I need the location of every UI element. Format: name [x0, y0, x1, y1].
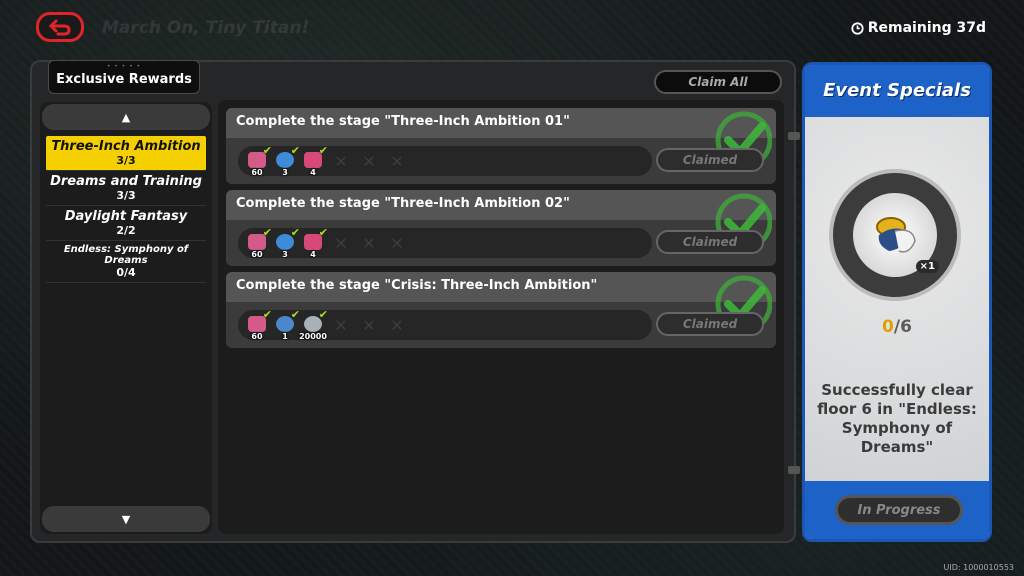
- reward-item[interactable]: ✔ 1: [274, 308, 300, 341]
- empty-slot-icon: ✕: [362, 315, 376, 335]
- exclusive-rewards-label: Exclusive Rewards: [56, 72, 192, 87]
- reward-qty: 60: [251, 168, 263, 177]
- event-specials-panel: Event Specials ×1 0/6 Successfully clear…: [802, 62, 992, 542]
- in-progress-button[interactable]: In Progress: [835, 495, 963, 525]
- triangle-down-icon: ▼: [121, 512, 131, 526]
- reward-item[interactable]: ✔ 4: [302, 226, 328, 259]
- task-title: Complete the stage "Three-Inch Ambition …: [226, 190, 776, 220]
- reward-qty: 3: [282, 168, 288, 177]
- category-item-three-inch-ambition[interactable]: Three-Inch Ambition 3/3: [46, 136, 206, 171]
- empty-slot-icon: ✕: [362, 233, 376, 253]
- reward-strip: ✔ 60 ✔ 3 ✔ 4 ✕ ✕ ✕: [238, 144, 652, 177]
- check-icon: ✔: [262, 144, 272, 157]
- check-icon: ✔: [290, 144, 300, 157]
- remaining-time: Remaining 37d: [851, 20, 986, 36]
- claimed-button[interactable]: Claimed: [656, 148, 764, 172]
- reward-qty: 1: [282, 332, 288, 341]
- empty-slot-icon: ✕: [334, 233, 348, 253]
- clock-icon: [851, 21, 864, 35]
- category-item-dreams-and-training[interactable]: Dreams and Training 3/3: [46, 171, 206, 206]
- reward-item[interactable]: ✔ 60: [246, 308, 272, 341]
- category-name: Three-Inch Ambition: [51, 139, 201, 154]
- event-specials-title: Event Specials: [805, 65, 989, 117]
- uid-label: UID: 1000010553: [943, 563, 1014, 572]
- event-specials-body: ×1 0/6 Successfully clear floor 6 in "En…: [805, 117, 989, 487]
- task-row: Complete the stage "Three-Inch Ambition …: [226, 190, 776, 266]
- tab-decoration: • • • • •: [106, 63, 142, 70]
- category-list: Three-Inch Ambition 3/3 Dreams and Train…: [46, 136, 206, 283]
- empty-slot-icon: ✕: [334, 151, 348, 171]
- exclusive-rewards-tab[interactable]: • • • • • Exclusive Rewards: [48, 60, 200, 94]
- check-icon: ✔: [262, 226, 272, 239]
- event-medal[interactable]: ×1: [829, 169, 961, 301]
- empty-slot-icon: ✕: [390, 151, 404, 171]
- check-icon: ✔: [290, 308, 300, 321]
- remaining-label: Remaining 37d: [867, 20, 986, 36]
- category-item-endless-symphony[interactable]: Endless: Symphony of Dreams 0/4: [46, 241, 206, 283]
- reward-item[interactable]: ✔ 3: [274, 226, 300, 259]
- task-row: Complete the stage "Three-Inch Ambition …: [226, 108, 776, 184]
- category-count: 2/2: [116, 224, 136, 237]
- empty-slot-icon: ✕: [390, 315, 404, 335]
- reward-item[interactable]: ✔ 3: [274, 144, 300, 177]
- category-name: Dreams and Training: [50, 174, 202, 189]
- check-icon: ✔: [318, 308, 328, 321]
- back-button[interactable]: [36, 12, 84, 42]
- check-icon: ✔: [262, 308, 272, 321]
- reward-qty: 60: [251, 250, 263, 259]
- reward-qty: 4: [310, 250, 316, 259]
- category-name: Endless: Symphony of Dreams: [63, 244, 189, 266]
- reward-item[interactable]: ✔ 60: [246, 144, 272, 177]
- empty-slot-icon: ✕: [362, 151, 376, 171]
- empty-slot-icon: ✕: [334, 315, 348, 335]
- reward-item[interactable]: ✔ 20000: [299, 308, 328, 341]
- category-item-daylight-fantasy[interactable]: Daylight Fantasy 2/2: [46, 206, 206, 241]
- check-icon: ✔: [318, 144, 328, 157]
- claimed-button[interactable]: Claimed: [656, 312, 764, 336]
- panel-hinge: [788, 132, 800, 140]
- event-description: Successfully clear floor 6 in "Endless: …: [817, 381, 977, 456]
- task-title: Complete the stage "Three-Inch Ambition …: [226, 108, 776, 138]
- reward-strip: ✔ 60 ✔ 1 ✔ 20000 ✕ ✕ ✕: [238, 308, 652, 341]
- task-row: Complete the stage "Crisis: Three-Inch A…: [226, 272, 776, 348]
- category-count: 3/3: [116, 154, 136, 167]
- category-count: 3/3: [116, 189, 136, 202]
- category-name: Daylight Fantasy: [64, 209, 188, 224]
- triangle-up-icon: ▲: [121, 110, 131, 124]
- progress-current: 0: [882, 317, 894, 337]
- event-progress: 0/6: [805, 317, 989, 337]
- reward-qty: 3: [282, 250, 288, 259]
- scroll-up-button[interactable]: ▲: [42, 104, 210, 130]
- scroll-down-button[interactable]: ▼: [42, 506, 210, 532]
- empty-slot-icon: ✕: [390, 233, 404, 253]
- category-count: 0/4: [116, 266, 136, 279]
- reward-qty: 20000: [299, 332, 327, 341]
- reward-qty: 60: [251, 332, 263, 341]
- page-title: March On, Tiny Titan!: [102, 18, 310, 38]
- panel-hinge: [788, 466, 800, 474]
- reward-qty: 4: [310, 168, 316, 177]
- progress-total: /6: [893, 317, 912, 337]
- back-arrow-icon: [48, 19, 71, 36]
- check-icon: ✔: [290, 226, 300, 239]
- reward-strip: ✔ 60 ✔ 3 ✔ 4 ✕ ✕ ✕: [238, 226, 652, 259]
- check-icon: ✔: [318, 226, 328, 239]
- medal-quantity: ×1: [915, 260, 939, 273]
- reward-item[interactable]: ✔ 4: [302, 144, 328, 177]
- claimed-button[interactable]: Claimed: [656, 230, 764, 254]
- claim-all-button[interactable]: Claim All: [654, 70, 782, 94]
- reward-item[interactable]: ✔ 60: [246, 226, 272, 259]
- medal-emblem-icon: [876, 217, 916, 253]
- task-title: Complete the stage "Crisis: Three-Inch A…: [226, 272, 776, 302]
